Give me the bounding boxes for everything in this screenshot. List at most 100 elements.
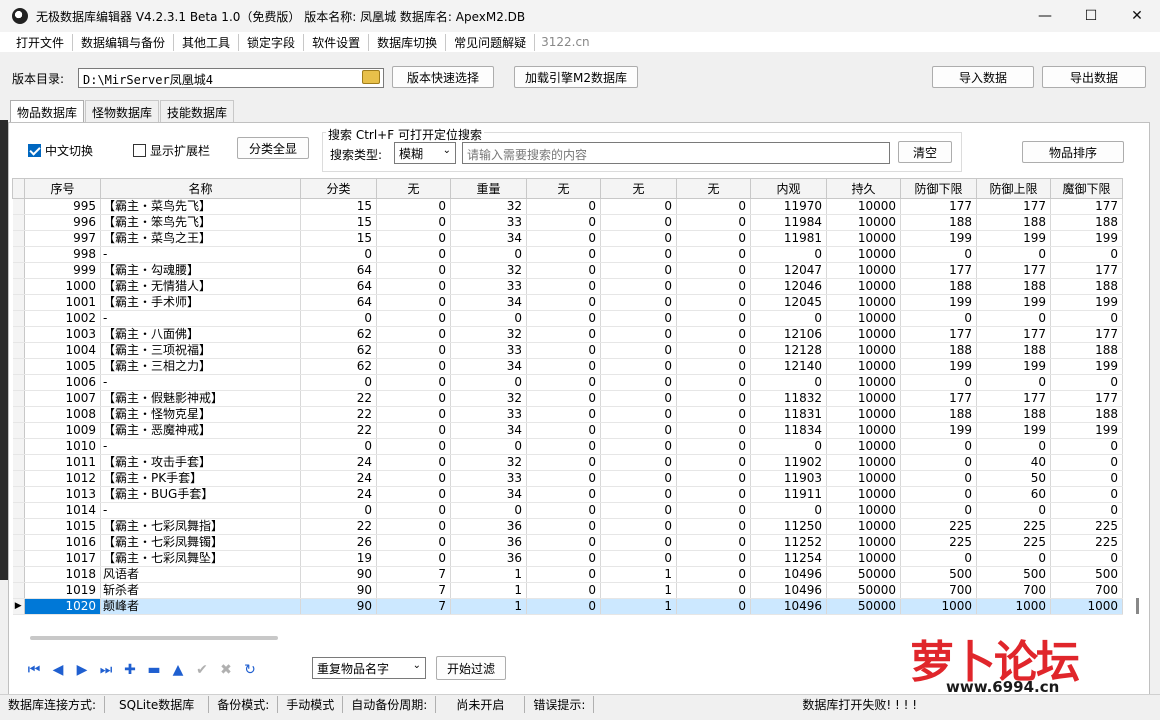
table-cell[interactable]: 斩杀者 [100,582,301,599]
table-cell[interactable]: 1000 [900,598,977,615]
table-cell[interactable]: 0 [1050,310,1123,327]
table-row[interactable]: 998-0 0 0 0 0 0 0 10000 0 0 0 [12,246,1123,263]
table-cell[interactable]: 10000 [826,406,901,423]
table-row[interactable]: 1016 【霸主・七彩凤舞镯】 26 0 36 0 0 0 11252 10000 225 225 22… [12,534,1123,551]
table-cell[interactable]: 0 [600,262,677,279]
table-cell[interactable]: 0 [526,534,601,551]
table-cell[interactable]: 0 [526,422,601,439]
table-cell[interactable]: 995 [24,198,101,215]
table-cell[interactable]: 10000 [826,422,901,439]
table-cell[interactable]: 12140 [750,358,827,375]
add-icon[interactable]: ✚ [118,660,142,680]
table-cell[interactable]: 33 [450,470,527,487]
table-cell[interactable]: 0 [600,214,677,231]
table-cell[interactable]: 19 [300,550,377,567]
row-indicator[interactable] [12,342,25,359]
table-cell[interactable]: 风语者 [100,566,301,583]
column-header[interactable]: 内观 [750,178,827,199]
table-cell[interactable]: 11981 [750,230,827,247]
table-cell[interactable]: 34 [450,230,527,247]
next-icon[interactable]: ▶ [70,660,94,680]
table-row[interactable]: 997 【霸主・菜鸟之王】 15 0 34 0 0 0 11981 10000 199 199 199 [12,230,1123,247]
table-cell[interactable]: 0 [376,454,451,471]
table-cell[interactable]: 10000 [826,294,901,311]
table-row[interactable]: 1008 【霸主・怪物克星】 22 0 33 0 0 0 11831 10000 188 188 188 [12,406,1123,423]
table-cell[interactable]: 225 [1050,534,1123,551]
table-cell[interactable]: 12128 [750,342,827,359]
table-cell[interactable]: 0 [600,454,677,471]
table-cell[interactable]: 24 [300,454,377,471]
table-cell[interactable]: 10000 [826,486,901,503]
row-indicator[interactable] [12,454,25,471]
row-indicator[interactable] [12,486,25,503]
last-icon[interactable]: ⏭ [94,660,118,680]
table-cell[interactable]: - [100,502,301,519]
table-cell[interactable]: 0 [526,518,601,535]
table-cell[interactable]: 0 [526,454,601,471]
quick-select-button[interactable]: 版本快速选择 [392,66,494,88]
table-cell[interactable]: 0 [526,262,601,279]
table-cell[interactable]: 【霸主・八面佛】 [100,326,301,343]
table-cell[interactable]: 0 [750,438,827,455]
table-cell[interactable]: 177 [1050,198,1123,215]
table-cell[interactable]: 1006 [24,374,101,391]
table-cell[interactable]: 0 [676,214,751,231]
row-indicator[interactable] [12,550,25,567]
table-cell[interactable]: 199 [900,230,977,247]
table-cell[interactable]: 【霸主・假魅影神戒】 [100,390,301,407]
table-cell[interactable]: 0 [1050,438,1123,455]
row-indicator[interactable] [12,534,25,551]
table-cell[interactable]: 10000 [826,230,901,247]
table-cell[interactable]: 24 [300,486,377,503]
table-cell[interactable]: 0 [526,246,601,263]
table-cell[interactable]: 199 [976,422,1051,439]
remove-icon[interactable]: ▬ [142,660,166,680]
table-cell[interactable]: 0 [376,342,451,359]
table-cell[interactable]: 0 [676,502,751,519]
table-cell[interactable]: 32 [450,390,527,407]
table-cell[interactable]: 0 [526,566,601,583]
table-cell[interactable]: 0 [600,550,677,567]
row-indicator[interactable] [12,390,25,407]
table-cell[interactable]: 199 [1050,422,1123,439]
table-cell[interactable]: 10000 [826,358,901,375]
table-cell[interactable]: 0 [676,486,751,503]
table-cell[interactable]: 0 [900,374,977,391]
table-cell[interactable]: 64 [300,278,377,295]
table-cell[interactable]: 0 [676,358,751,375]
column-header[interactable]: 防御上限 [976,178,1051,199]
table-cell[interactable]: 1013 [24,486,101,503]
table-cell[interactable]: 177 [900,198,977,215]
table-cell[interactable]: 10000 [826,214,901,231]
table-cell[interactable]: 0 [300,438,377,455]
table-cell[interactable]: 0 [526,502,601,519]
table-cell[interactable]: 1015 [24,518,101,535]
table-cell[interactable]: 11254 [750,550,827,567]
table-cell[interactable]: 188 [976,214,1051,231]
table-row[interactable]: 1006-0 0 0 0 0 0 0 10000 0 0 0 [12,374,1123,391]
table-cell[interactable]: 177 [900,262,977,279]
table-cell[interactable]: 0 [450,438,527,455]
table-cell[interactable]: 0 [376,470,451,487]
table-cell[interactable]: 0 [676,454,751,471]
table-cell[interactable]: - [100,310,301,327]
table-cell[interactable]: 33 [450,406,527,423]
table-cell[interactable]: 10000 [826,454,901,471]
table-cell[interactable]: 0 [676,310,751,327]
table-row[interactable]: 1000 【霸主・无情猎人】 64 0 33 0 0 0 12046 10000 188 188 188 [12,278,1123,295]
table-cell[interactable]: 0 [600,310,677,327]
table-row[interactable]: 1003 【霸主・八面佛】 62 0 32 0 0 0 12106 10000 177 177 177 [12,326,1123,343]
table-cell[interactable]: 188 [976,342,1051,359]
table-cell[interactable]: 188 [900,342,977,359]
table-cell[interactable]: 11250 [750,518,827,535]
prev-icon[interactable]: ◀ [46,660,70,680]
site-link[interactable]: 3122.cn [541,35,590,49]
table-cell[interactable]: 177 [1050,262,1123,279]
table-cell[interactable]: 0 [376,310,451,327]
table-cell[interactable]: 12045 [750,294,827,311]
menu-other-tools[interactable]: 其他工具 [174,33,240,51]
tab-skills[interactable]: 技能数据库 [160,100,235,122]
table-cell[interactable]: 0 [976,310,1051,327]
table-row[interactable]: 1012 【霸主・PK手套】 24 0 33 0 0 0 11903 10000 0 50 0 [12,470,1123,487]
table-cell[interactable]: 10496 [750,598,827,615]
